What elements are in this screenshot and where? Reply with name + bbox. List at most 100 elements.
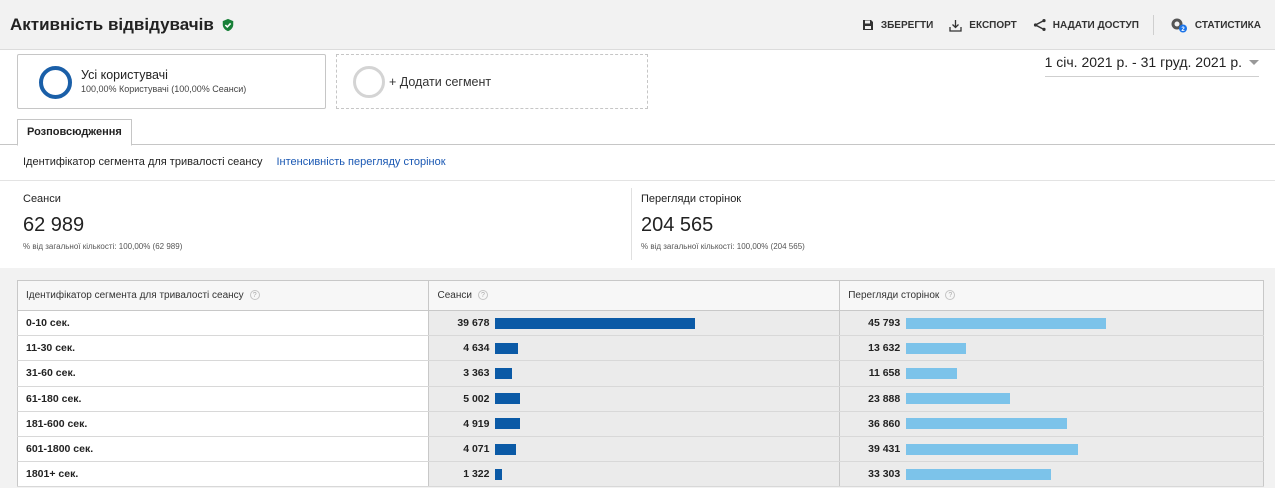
report-tabs: Розповсюдження: [0, 115, 1275, 146]
sessions-bar: [495, 418, 521, 430]
metric-label: Сеанси: [23, 193, 61, 205]
cell-segment: 601-1800 сек.: [16, 435, 429, 463]
column-header-sessions[interactable]: Сеанси?: [428, 280, 841, 311]
cell-content: 11 658: [840, 361, 1263, 385]
pageviews-value: 39 431: [868, 443, 901, 456]
cell-sessions: 1 322: [428, 461, 840, 488]
cell-content: 13 632: [840, 336, 1263, 360]
dimension-page-depth-link[interactable]: Інтенсивність перегляду сторінок: [276, 156, 445, 168]
pageviews-bar: [906, 418, 1068, 430]
tab-distribution[interactable]: Розповсюдження: [17, 119, 132, 146]
segment-name: Усі користувачі: [81, 68, 168, 82]
pageviews-bar: [906, 468, 1052, 480]
column-header-segment[interactable]: Ідентифікатор сегмента для тривалості се…: [16, 280, 430, 311]
cell-sessions: 4 919: [428, 410, 840, 437]
cell-pageviews: 23 888: [839, 385, 1264, 412]
cell-content: 4 919: [429, 412, 839, 436]
floppy-disk-icon: [862, 20, 873, 30]
dimension-session-duration: Ідентифікатор сегмента для тривалості се…: [23, 156, 263, 168]
metric-note: % від загальної кількості: 100,00% (204 …: [641, 242, 805, 251]
cell-sessions: 4 071: [428, 435, 840, 463]
toolbar: ЗБЕРЕГТИ ЕКСПОРТ НАДАТИ ДОСТУП 2 СТАТИСТ…: [846, 15, 1261, 35]
shield-check-icon: [222, 18, 234, 32]
help-icon[interactable]: ?: [477, 290, 488, 301]
cell-segment: 61-180 сек.: [16, 385, 429, 412]
cell-content: 23 888: [840, 387, 1263, 411]
cell-segment: 31-60 сек.: [16, 360, 429, 387]
pageviews-value: 11 658: [868, 367, 901, 380]
pageviews-bar: [906, 443, 1079, 455]
download-icon: [949, 19, 962, 32]
pageviews-value: 45 793: [868, 317, 901, 330]
cell-content: 1 322: [429, 462, 839, 486]
pageviews-bar: [906, 317, 1107, 329]
table-row[interactable]: 11-30 сек. 4 634 13 632: [16, 335, 1264, 362]
metric-note: % від загальної кількості: 100,00% (62 9…: [23, 242, 183, 251]
sessions-value: 39 678: [457, 317, 490, 330]
cell-segment: 0-10 сек.: [16, 309, 429, 337]
date-range-picker[interactable]: 1 січ. 2021 р. - 31 груд. 2021 р.: [1044, 54, 1259, 77]
metric-label: Перегляди сторінок: [641, 193, 742, 205]
share-button[interactable]: НАДАТИ ДОСТУП: [1033, 19, 1139, 31]
page-title: Активність відвідувачів: [10, 15, 235, 35]
cell-pageviews: 36 860: [839, 410, 1264, 437]
export-label: ЕКСПОРТ: [969, 19, 1017, 31]
metric-pageviews: Перегляди сторінок 204 565 % від загальн…: [631, 188, 805, 260]
cell-sessions: 5 002: [428, 385, 840, 412]
cell-sessions: 3 363: [428, 360, 840, 387]
cell-segment: 181-600 сек.: [16, 410, 429, 437]
column-header-label: Перегляди сторінок: [848, 290, 940, 301]
help-icon[interactable]: ?: [249, 290, 260, 301]
cell-content: 4 071: [429, 437, 839, 461]
cell-content: 36 860: [840, 412, 1263, 436]
metric-value: 62 989: [23, 214, 85, 236]
cell-segment: 11-30 сек.: [16, 335, 429, 362]
metric-sessions: Сеанси 62 989 % від загальної кількості:…: [23, 188, 182, 251]
insights-button[interactable]: 2 СТАТИСТИКА: [1170, 17, 1261, 33]
cell-content: 39 431: [840, 437, 1263, 461]
table-row[interactable]: 61-180 сек. 5 002 23 888: [16, 385, 1264, 412]
column-header-label: Ідентифікатор сегмента для тривалості се…: [26, 290, 244, 301]
date-range-text: 1 січ. 2021 р. - 31 груд. 2021 р.: [1044, 54, 1242, 70]
cell-content: 39 678: [429, 311, 839, 335]
save-label: ЗБЕРЕГТИ: [880, 19, 934, 31]
add-segment-button[interactable]: + Додати сегмент: [336, 54, 648, 109]
sessions-bar: [495, 393, 521, 405]
add-segment-label: + Додати сегмент: [389, 75, 492, 89]
cell-pageviews: 39 431: [839, 435, 1264, 463]
cell-pageviews: 11 658: [839, 360, 1264, 387]
sessions-value: 3 363: [463, 367, 490, 380]
cell-sessions: 39 678: [428, 309, 840, 337]
cell-content: 45 793: [840, 311, 1263, 335]
insights-label: СТАТИСТИКА: [1194, 19, 1261, 31]
metric-value: 204 565: [641, 214, 714, 236]
cell-pageviews: 13 632: [839, 335, 1264, 362]
toolbar-divider: [1152, 15, 1154, 35]
segment-detail: 100,00% Користувачі (100,00% Сеанси): [81, 84, 247, 94]
export-button[interactable]: ЕКСПОРТ: [949, 19, 1017, 32]
table-header-row: Ідентифікатор сегмента для тривалості се…: [16, 280, 1264, 311]
table-row[interactable]: 601-1800 сек. 4 071 39 431: [16, 435, 1264, 463]
page-title-text: Активність відвідувачів: [10, 15, 214, 34]
cell-pageviews: 33 303: [839, 461, 1264, 488]
table-row[interactable]: 31-60 сек. 3 363 11 658: [16, 360, 1264, 387]
share-icon: [1033, 19, 1046, 31]
table-row[interactable]: 181-600 сек. 4 919 36 860: [16, 410, 1264, 437]
pageviews-bar: [906, 342, 967, 354]
save-button[interactable]: ЗБЕРЕГТИ: [862, 19, 933, 31]
divider: [0, 180, 1275, 181]
sessions-value: 4 919: [463, 417, 490, 430]
table-row[interactable]: 1801+ сек. 1 322 33 303: [16, 461, 1264, 488]
cell-segment: 1801+ сек.: [16, 461, 429, 488]
help-icon[interactable]: ?: [945, 290, 956, 301]
column-header-pageviews[interactable]: Перегляди сторінок?: [839, 280, 1264, 311]
insights-icon: 2: [1171, 18, 1187, 33]
sessions-value: 5 002: [463, 392, 490, 405]
sessions-value: 4 634: [463, 342, 490, 355]
cell-content: 5 002: [429, 387, 839, 411]
segment-ring-icon: [39, 66, 72, 99]
pageviews-value: 23 888: [868, 392, 901, 405]
segment-all-users[interactable]: Усі користувачі 100,00% Користувачі (100…: [17, 54, 326, 109]
table-row[interactable]: 0-10 сек. 39 678 45 793: [16, 309, 1264, 337]
report-header: Активність відвідувачів ЗБЕРЕГТИ ЕКСПОРТ: [0, 0, 1275, 50]
